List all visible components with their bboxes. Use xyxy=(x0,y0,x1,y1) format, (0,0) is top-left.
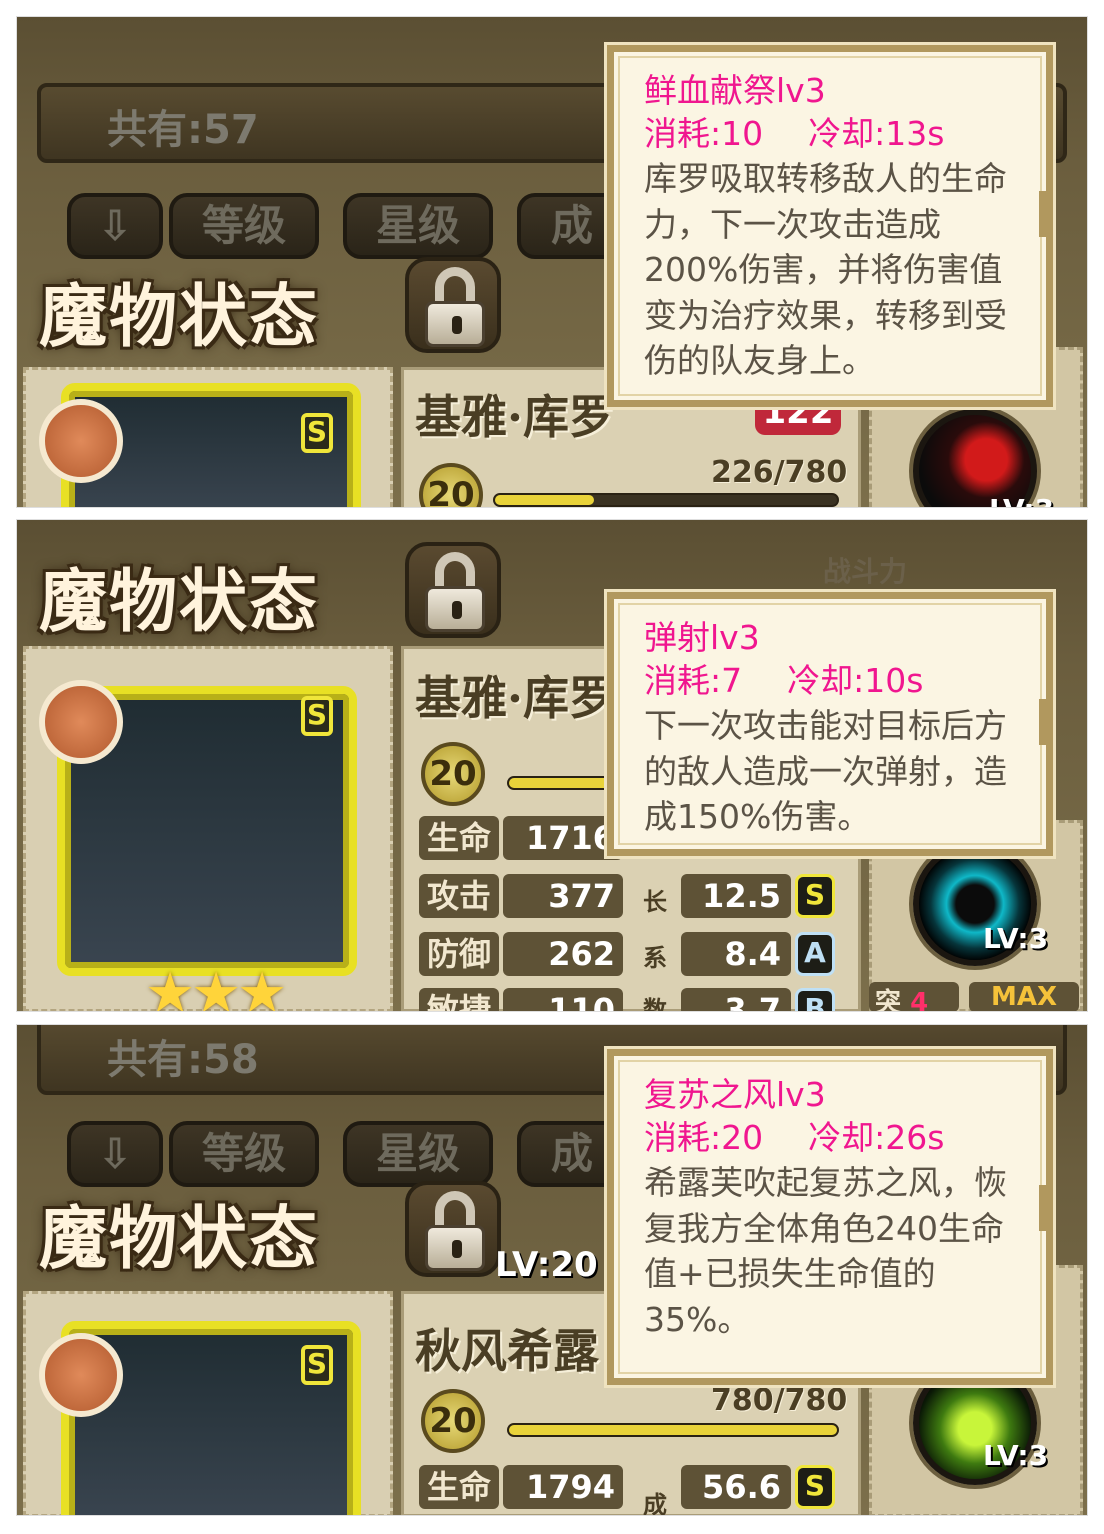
monster-count: 共有:58 xyxy=(107,1037,259,1083)
skill-orb-level: LV:3 xyxy=(983,922,1049,955)
lock-button[interactable] xyxy=(405,257,501,353)
stat-label: 防御 xyxy=(419,932,499,976)
level-badge: 20 xyxy=(421,742,485,806)
growth-grade-badge: A xyxy=(795,932,835,976)
xp-bar-fill xyxy=(509,1425,837,1435)
growth-side-label: 长 xyxy=(643,888,667,916)
stat-value: 377 xyxy=(503,874,623,918)
skill-orb-level: LV:3 xyxy=(983,1439,1049,1472)
skill-cost-row: 消耗:20 冷却:26s xyxy=(644,1116,1024,1160)
stat-value: 110 xyxy=(503,988,623,1011)
growth-value: 56.6 xyxy=(681,1465,791,1509)
stat-value: 1716 xyxy=(503,816,623,860)
element-emblem-icon xyxy=(39,1333,123,1417)
growth-side-label: 成 xyxy=(643,1491,667,1516)
skill-description: 库罗吸取转移敌人的生命力，下一次攻击造成200%伤害，并将伤害值变为治疗效果，转… xyxy=(644,159,1007,380)
page-title: 魔物状态 xyxy=(39,277,320,357)
skill-cooldown: 冷却:26s xyxy=(808,1118,945,1157)
skill-orb-level: LV:3 xyxy=(989,493,1054,507)
growth-side-label: 系 xyxy=(643,944,667,972)
stat-label: 攻击 xyxy=(419,874,499,918)
growth-grade-badge: B xyxy=(795,988,835,1011)
stat-value: 262 xyxy=(503,932,623,976)
max-label: MAX xyxy=(969,982,1079,1011)
screenshot-panel-1: 共有:57 ⇩ 等级 星级 成 魔物状态 S 基雅·库罗 122 20 226/… xyxy=(16,16,1088,508)
xp-text: 226/780 xyxy=(711,455,848,490)
stat-value: 1794 xyxy=(503,1465,623,1509)
tab-level[interactable]: 等级 xyxy=(169,1121,319,1187)
xp-bar xyxy=(507,1423,839,1437)
skill-name: 鲜血献祭lv3 xyxy=(644,71,826,110)
monster-count: 共有:57 xyxy=(107,107,259,153)
star-rating: ★ ★ ★ xyxy=(145,966,305,1012)
tooltip-pointer xyxy=(1039,1184,1053,1231)
growth-grade-badge: S xyxy=(795,874,835,918)
tab-star[interactable]: 星级 xyxy=(343,1121,493,1187)
skill-description: 下一次攻击能对目标后方的敌人造成一次弹射，造成150%伤害。 xyxy=(644,706,1007,836)
lock-icon xyxy=(425,586,485,632)
rank-badge: S xyxy=(301,696,333,736)
xp-bar-fill xyxy=(495,495,595,505)
rank-badge: S xyxy=(301,413,333,453)
skill-tooltip: 复苏之风lv3 消耗:20 冷却:26s 希露芙吹起复苏之风，恢复我方全体角色2… xyxy=(604,1046,1056,1388)
skill-name: 弹射lv3 xyxy=(644,618,760,657)
stat-label: 敏捷 xyxy=(419,988,499,1011)
tooltip-pointer xyxy=(1039,699,1053,745)
sort-toggle-button[interactable]: ⇩ xyxy=(67,1121,163,1187)
breakthrough-count: 4 xyxy=(910,988,929,1012)
breakthrough-label: 突 4 xyxy=(869,982,959,1012)
screenshot-panel-3: 共有:58 ⇩ 等级 星级 成 魔物状态 LV:20 S 秋风希露 20 780… xyxy=(16,1024,1088,1516)
lock-icon xyxy=(425,301,485,347)
monster-name: 基雅·库罗 xyxy=(415,671,616,725)
tab-star[interactable]: 星级 xyxy=(343,193,493,259)
page-title: 魔物状态 xyxy=(39,562,320,642)
lock-level-label: LV:20 xyxy=(495,1245,598,1285)
skill-cooldown: 冷却:13s xyxy=(808,114,945,153)
growth-value: 12.5 xyxy=(681,874,791,918)
tooltip-pointer xyxy=(1039,191,1053,238)
level-badge: 20 xyxy=(421,1389,485,1453)
stat-label: 生命 xyxy=(419,1465,499,1509)
tab-level[interactable]: 等级 xyxy=(169,193,319,259)
monster-name: 基雅·库罗 xyxy=(415,390,616,444)
skill-cooldown: 冷却:10s xyxy=(787,661,924,700)
sort-toggle-button[interactable]: ⇩ xyxy=(67,193,163,259)
rank-badge: S xyxy=(301,1345,333,1385)
skill-tooltip: 弹射lv3 消耗:7 冷却:10s 下一次攻击能对目标后方的敌人造成一次弹射，造… xyxy=(604,589,1056,859)
skill-description: 希露芙吹起复苏之风，恢复我方全体角色240生命值+已损失生命值的35%。 xyxy=(644,1163,1007,1339)
page-title: 魔物状态 xyxy=(39,1199,320,1279)
stat-label: 生命 xyxy=(419,816,499,860)
growth-grade-badge: S xyxy=(795,1465,835,1509)
xp-text: 780/780 xyxy=(711,1383,848,1418)
screenshot-panel-2: 魔物状态 战斗力 S ★ ★ ★ 基雅·库罗 20 生命 1716 攻击 377… xyxy=(16,519,1088,1012)
power-label: 战斗力 xyxy=(823,555,908,588)
sort-icon: ⇩ xyxy=(97,1129,133,1178)
growth-side-label: 数 xyxy=(643,996,667,1012)
sort-icon: ⇩ xyxy=(97,201,133,250)
element-emblem-icon xyxy=(39,399,123,483)
element-emblem-icon xyxy=(39,680,123,764)
growth-value: 8.4 xyxy=(681,932,791,976)
skill-name: 复苏之风lv3 xyxy=(644,1075,826,1114)
lock-button[interactable] xyxy=(405,1181,501,1277)
skill-cost: 消耗:20 xyxy=(644,1118,764,1157)
lock-icon xyxy=(425,1225,485,1271)
skill-cost-row: 消耗:10 冷却:13s xyxy=(644,112,1024,156)
growth-value: 3.7 xyxy=(681,988,791,1011)
monster-name: 秋风希露 xyxy=(415,1324,599,1378)
skill-cost: 消耗:7 xyxy=(644,661,743,700)
skill-cost-row: 消耗:7 冷却:10s xyxy=(644,659,1024,703)
skill-cost: 消耗:10 xyxy=(644,114,764,153)
xp-bar xyxy=(493,493,839,507)
lock-button[interactable] xyxy=(405,542,501,638)
skill-tooltip: 鲜血献祭lv3 消耗:10 冷却:13s 库罗吸取转移敌人的生命力，下一次攻击造… xyxy=(604,42,1056,410)
star-icon: ★ xyxy=(237,961,288,1012)
